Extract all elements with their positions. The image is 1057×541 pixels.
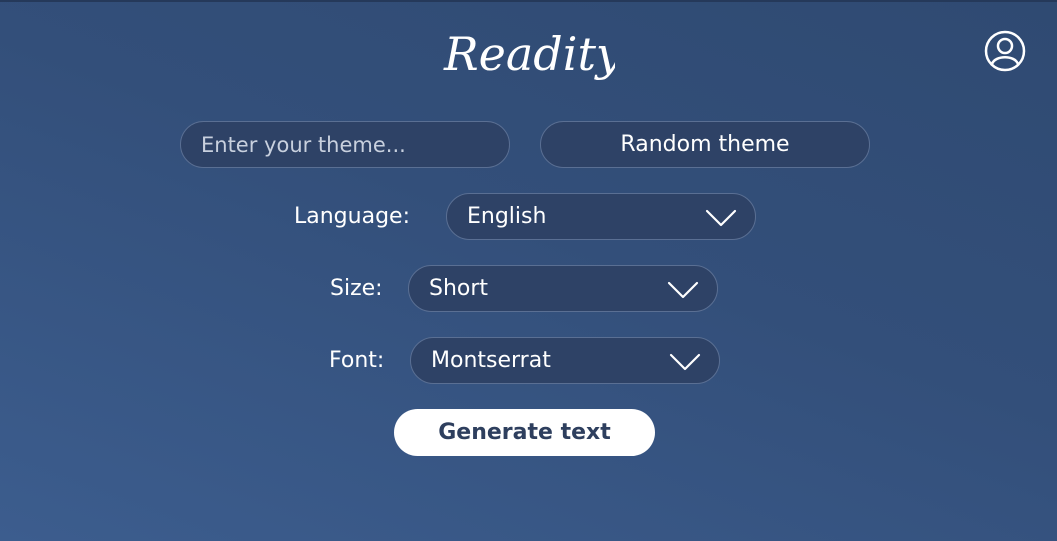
size-label: Size: [330,276,383,301]
user-circle-icon [984,30,1026,72]
size-select[interactable]: Short [408,265,718,312]
language-value: English [467,204,547,229]
theme-input[interactable] [201,132,509,157]
language-select[interactable]: English [446,193,756,240]
readity-logo: Readity [443,27,615,81]
logo-text: Readity [443,27,615,81]
generate-text-label: Generate text [438,420,611,445]
size-value: Short [429,276,489,301]
chevron-down-icon [667,281,699,299]
chevron-down-icon [669,353,701,371]
generate-text-button[interactable]: Generate text [394,409,655,456]
top-border [0,0,1057,2]
theme-input-container [180,121,510,168]
font-label: Font: [329,348,385,373]
language-label: Language: [294,204,410,229]
font-select[interactable]: Montserrat [410,337,720,384]
font-value: Montserrat [431,348,551,373]
random-theme-button[interactable]: Random theme [540,121,870,168]
chevron-down-icon [705,209,737,227]
random-theme-label: Random theme [620,132,790,157]
user-profile-button[interactable] [984,30,1026,72]
